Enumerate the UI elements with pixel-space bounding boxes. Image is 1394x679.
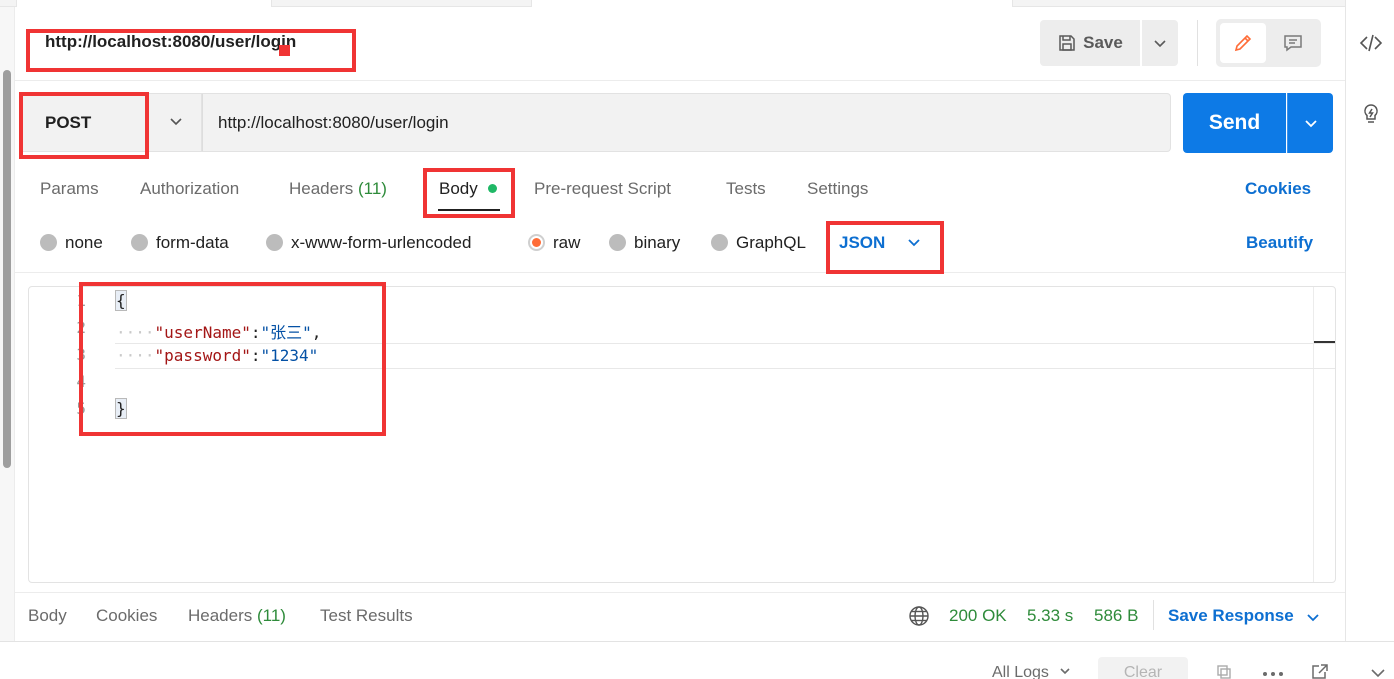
annotation-box-json <box>826 221 944 274</box>
globe-icon[interactable] <box>908 605 930 632</box>
radio-graphql-label[interactable]: GraphQL <box>736 233 806 253</box>
radio-form-data[interactable] <box>131 234 148 251</box>
chevron-down-icon <box>1060 668 1070 675</box>
save-label: Save <box>1083 33 1123 52</box>
radio-urlencoded[interactable] <box>266 234 283 251</box>
send-button[interactable]: Send <box>1183 93 1286 153</box>
cookies-link[interactable]: Cookies <box>1245 179 1311 199</box>
response-time[interactable]: 5.33 s <box>1027 606 1073 626</box>
save-button[interactable]: Save <box>1040 20 1140 66</box>
tab-authorization[interactable]: Authorization <box>140 179 239 199</box>
edit-mode-button[interactable] <box>1220 23 1266 63</box>
radio-urlencoded-label[interactable]: x-www-form-urlencoded <box>291 233 471 253</box>
chevron-down-icon <box>1304 120 1317 128</box>
tab-tests[interactable]: Tests <box>726 179 766 199</box>
more-options-icon[interactable] <box>1262 666 1284 679</box>
tab-params[interactable]: Params <box>40 179 99 199</box>
radio-none[interactable] <box>40 234 57 251</box>
header-divider <box>1197 20 1198 66</box>
annotation-box-method <box>19 92 149 159</box>
radio-form-data-label[interactable]: form-data <box>156 233 229 253</box>
radio-raw-label[interactable]: raw <box>553 233 580 253</box>
pencil-icon <box>1234 34 1252 52</box>
beautify-button[interactable]: Beautify <box>1246 233 1313 253</box>
save-icon <box>1059 35 1075 51</box>
left-scrollbar-thumb[interactable] <box>3 70 11 468</box>
tab-headers-count: (11) <box>358 179 387 198</box>
header-divider-line <box>15 80 1345 81</box>
save-response-button[interactable]: Save Response <box>1168 606 1320 626</box>
open-external-icon[interactable] <box>1311 663 1329 679</box>
radio-raw[interactable] <box>528 234 545 251</box>
tab-strip-segment[interactable] <box>16 0 272 7</box>
annotation-box-body-tab <box>423 168 515 218</box>
response-tab-headers[interactable]: Headers (11) <box>188 606 286 626</box>
all-logs-select[interactable]: All Logs <box>992 664 1071 679</box>
radio-none-label[interactable]: none <box>65 233 103 253</box>
body-divider-line <box>15 272 1345 273</box>
response-size[interactable]: 586 B <box>1094 606 1138 626</box>
copy-icon[interactable] <box>1216 664 1232 679</box>
response-divider-line <box>15 592 1345 593</box>
radio-graphql[interactable] <box>711 234 728 251</box>
editor-scroll-track[interactable] <box>1313 287 1314 582</box>
tab-settings[interactable]: Settings <box>807 179 868 199</box>
send-dropdown-button[interactable] <box>1287 93 1333 153</box>
status-code[interactable]: 200 OK <box>949 606 1007 626</box>
response-tab-headers-count: (11) <box>257 606 286 625</box>
response-tab-test-results[interactable]: Test Results <box>320 606 413 626</box>
annotation-marker <box>279 45 290 56</box>
footer-divider <box>1153 600 1154 630</box>
save-dropdown-button[interactable] <box>1142 20 1178 66</box>
url-text: http://localhost:8080/user/login <box>218 113 449 132</box>
tab-strip-segment[interactable] <box>531 0 1013 7</box>
comment-mode-button[interactable] <box>1270 23 1316 63</box>
all-logs-label: All Logs <box>992 664 1049 679</box>
tab-pre-request-script[interactable]: Pre-request Script <box>534 179 671 199</box>
lightbulb-icon[interactable] <box>1356 99 1386 129</box>
tab-headers[interactable]: Headers (11) <box>289 179 387 199</box>
tab-strip <box>0 0 1345 7</box>
radio-binary-label[interactable]: binary <box>634 233 680 253</box>
annotation-box-title <box>26 29 356 72</box>
right-side-panel <box>1345 0 1394 641</box>
response-tab-headers-label: Headers <box>188 606 253 625</box>
tab-headers-label: Headers <box>289 179 354 198</box>
chevron-down-icon <box>1307 613 1320 621</box>
comment-icon <box>1284 35 1302 52</box>
radio-binary[interactable] <box>609 234 626 251</box>
save-response-label: Save Response <box>1168 606 1294 625</box>
chevron-down-icon <box>168 113 184 134</box>
code-icon[interactable] <box>1356 28 1386 58</box>
clear-button[interactable]: Clear <box>1098 657 1188 679</box>
chevron-down-icon <box>1154 40 1166 48</box>
annotation-box-code <box>79 282 386 436</box>
chevron-down-icon[interactable] <box>1370 666 1386 679</box>
response-tab-cookies[interactable]: Cookies <box>96 606 157 626</box>
response-tab-body[interactable]: Body <box>28 606 67 626</box>
